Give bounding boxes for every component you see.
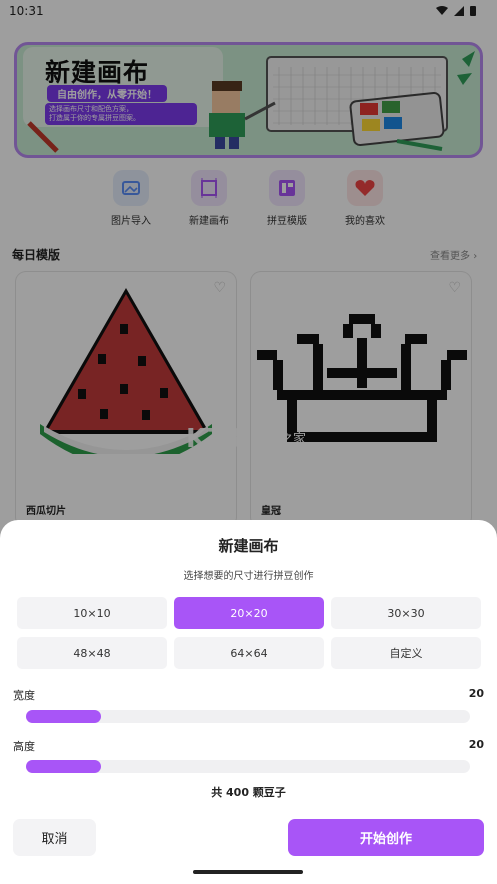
size-option-64x64[interactable]: 64×64 [174,637,324,669]
start-creating-button[interactable]: 开始创作 [288,819,484,856]
size-option-20x20[interactable]: 20×20 [174,597,324,629]
height-label: 高度 [13,740,35,753]
width-slider[interactable] [26,710,470,723]
width-slider-fill [26,710,102,723]
size-option-30x30[interactable]: 30×30 [331,597,481,629]
sheet-subtitle: 选择想要的尺寸进行拼豆创作 [183,571,314,582]
height-value: 20 [468,738,484,751]
width-value: 20 [468,687,484,700]
height-slider[interactable] [26,760,470,773]
width-label: 宽度 [13,689,35,702]
cancel-button[interactable]: 取消 [13,819,96,856]
height-slider-fill [26,760,102,773]
size-option-48x48[interactable]: 48×48 [17,637,167,669]
size-option-custom[interactable]: 自定义 [331,637,481,669]
size-option-10x10[interactable]: 10×10 [17,597,167,629]
bead-total: 共 400 颗豆子 [211,786,286,799]
home-indicator [193,870,303,874]
sheet-title: 新建画布 [218,537,279,555]
